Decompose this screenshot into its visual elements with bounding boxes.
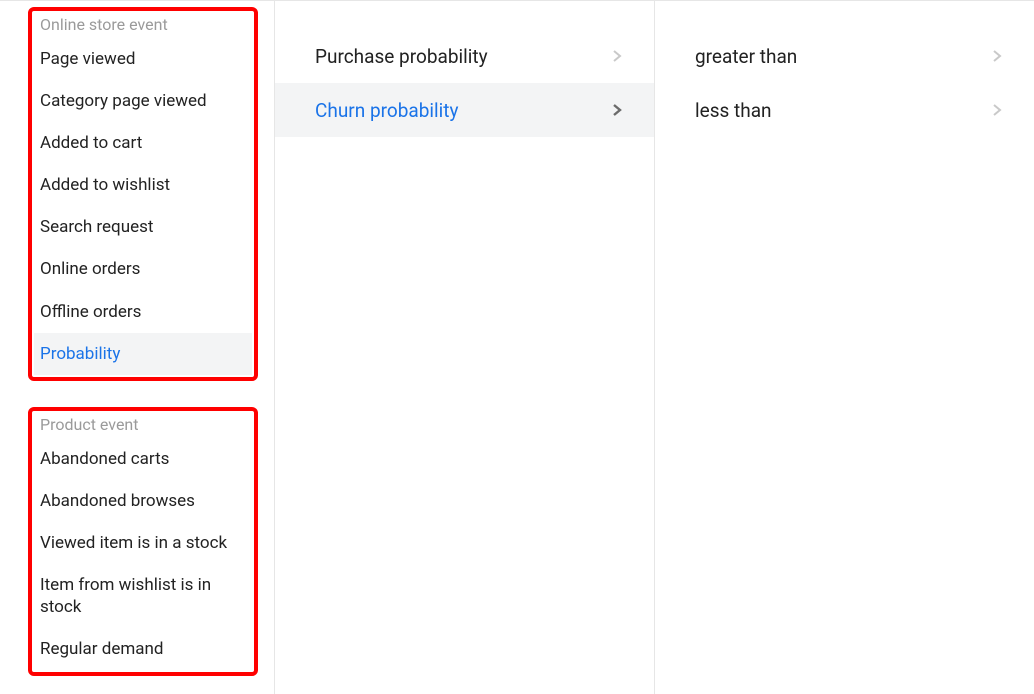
sidebar-item-added-to-wishlist[interactable]: Added to wishlist [34,164,252,206]
group-product-event: Product event Abandoned carts Abandoned … [28,407,258,677]
detail-column: Purchase probability Churn probability [275,1,655,694]
group-title: Product event [34,411,252,438]
sidebar-item-probability[interactable]: Probability [34,333,252,375]
condition-column: greater than less than [655,1,1034,694]
sidebar-item-regular-demand[interactable]: Regular demand [34,628,252,670]
row-label: greater than [695,45,797,68]
sidebar-item-offline-orders[interactable]: Offline orders [34,291,252,333]
row-label: less than [695,99,772,122]
row-label: Purchase probability [315,45,488,68]
sidebar-item-category-page-viewed[interactable]: Category page viewed [34,80,252,122]
sidebar-item-wishlist-in-stock[interactable]: Item from wishlist is in stock [34,564,252,628]
sidebar-item-online-orders[interactable]: Online orders [34,248,252,290]
group-title: Online store event [34,11,252,38]
chevron-right-icon [608,101,626,119]
sidebar-item-added-to-cart[interactable]: Added to cart [34,122,252,164]
row-churn-probability[interactable]: Churn probability [275,83,654,137]
row-purchase-probability[interactable]: Purchase probability [275,29,654,83]
row-less-than[interactable]: less than [655,83,1034,137]
chevron-right-icon [608,47,626,65]
group-online-store-event: Online store event Page viewed Category … [28,7,258,381]
row-greater-than[interactable]: greater than [655,29,1034,83]
chevron-right-icon [988,101,1006,119]
sidebar-item-abandoned-browses[interactable]: Abandoned browses [34,480,252,522]
sidebar-item-viewed-item-in-stock[interactable]: Viewed item is in a stock [34,522,252,564]
chevron-right-icon [988,47,1006,65]
sidebar-item-search-request[interactable]: Search request [34,206,252,248]
sidebar-column: Online store event Page viewed Category … [0,1,275,694]
sidebar-item-page-viewed[interactable]: Page viewed [34,38,252,80]
sidebar-item-abandoned-carts[interactable]: Abandoned carts [34,438,252,480]
row-label: Churn probability [315,99,458,122]
